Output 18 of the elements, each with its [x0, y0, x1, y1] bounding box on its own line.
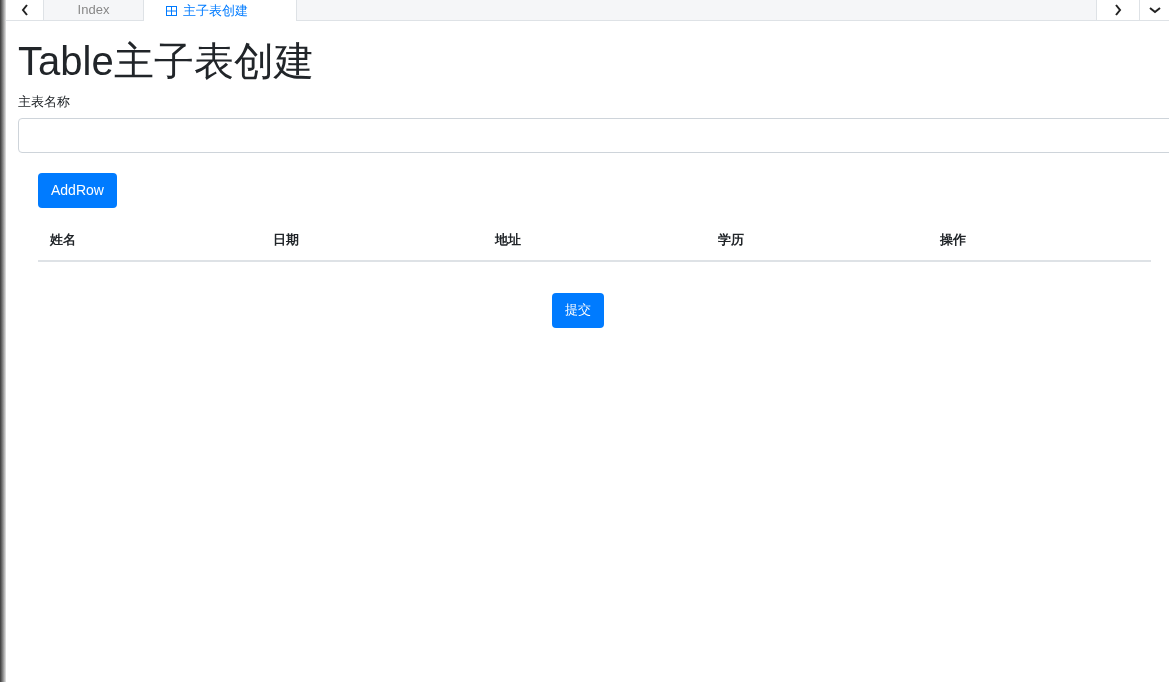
column-header: 操作 — [940, 231, 967, 247]
column-header: 学历 — [717, 231, 744, 247]
add-row-button[interactable]: AddRow — [38, 172, 117, 208]
scroll-left-button[interactable] — [6, 0, 44, 20]
page-heading: Table主子表创建 — [18, 38, 314, 85]
dropdown-button[interactable] — [1139, 0, 1169, 20]
column-header: 日期 — [272, 231, 299, 247]
column-header: 地址 — [495, 231, 522, 247]
field-label: 主表名称 — [18, 93, 70, 111]
chevron-right-icon — [1114, 4, 1122, 16]
column-header: 姓名 — [50, 231, 76, 247]
table-icon — [166, 5, 177, 16]
submit-button[interactable]: 提交 — [551, 292, 604, 328]
chevron-left-icon — [20, 4, 29, 16]
master-name-field[interactable] — [18, 117, 1169, 153]
tab[interactable]: 主子表创建 — [144, 0, 297, 21]
scroll-right-button[interactable] — [1096, 0, 1139, 20]
chevron-down-icon — [1148, 6, 1161, 14]
